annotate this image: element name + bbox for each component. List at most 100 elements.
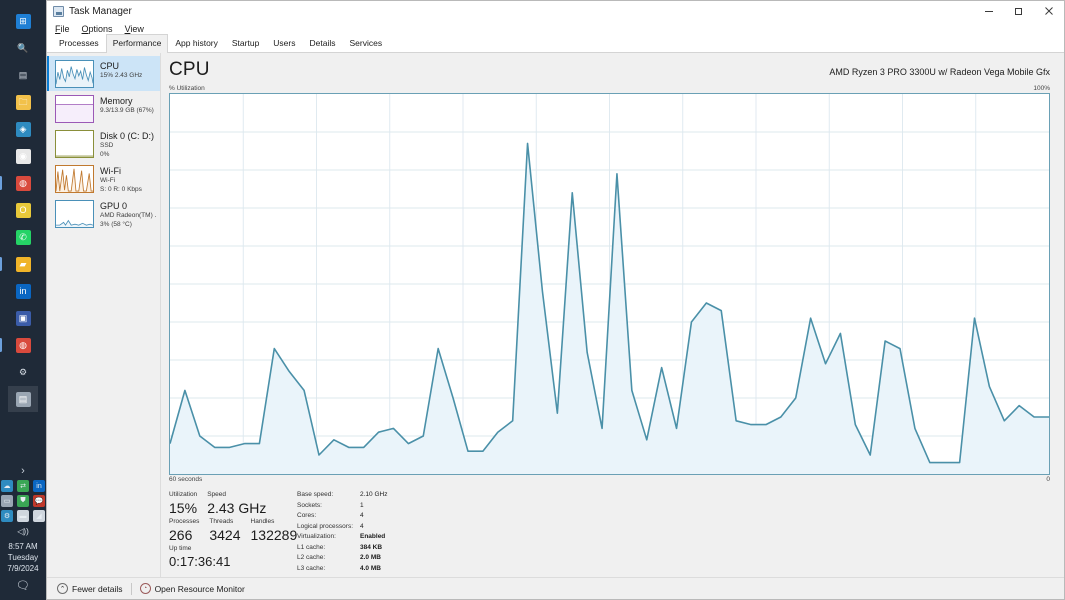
tray-expand-chevron-icon[interactable]: › xyxy=(21,465,25,477)
whatsapp-icon[interactable]: ✆ xyxy=(8,224,38,250)
tab-users[interactable]: Users xyxy=(266,34,302,52)
stat-value: 1 xyxy=(360,501,364,509)
menu-item-file[interactable]: File xyxy=(55,24,70,34)
sidebar-item-sublabel: S: 0 R: 0 Kbps xyxy=(100,185,142,193)
sidebar-item-wi-fi[interactable]: Wi-Fi Wi-Fi S: 0 R: 0 Kbps xyxy=(47,161,160,196)
opera-icon[interactable]: O xyxy=(8,197,38,223)
start-icon[interactable]: ⊞ xyxy=(8,8,38,34)
window-title: Task Manager xyxy=(69,5,132,17)
onedrive-tray-icon[interactable]: ☁ xyxy=(1,480,13,492)
page-title: CPU xyxy=(169,59,210,80)
search-icon[interactable]: 🔍 xyxy=(8,35,38,61)
wifi-tray-icon[interactable]: ◢ xyxy=(33,510,45,522)
clock-time: 8:57 AM xyxy=(8,542,38,551)
stat-value: 0:17:36:41 xyxy=(169,554,231,569)
sidebar-item-text: Memory 9.3/13.9 GB (67%) xyxy=(100,95,154,116)
chevron-up-icon: ⌃ xyxy=(57,583,68,594)
main-header: CPU AMD Ryzen 3 PRO 3300U w/ Radeon Vega… xyxy=(169,59,1050,81)
chrome-second-icon[interactable]: ◍ xyxy=(0,332,38,358)
settings-gear-icon[interactable]: ⚙ xyxy=(8,359,38,385)
stat-label: Cores: xyxy=(297,512,317,519)
stat-value: 3424 xyxy=(209,527,241,543)
stat-value: 2.0 MB xyxy=(360,554,381,561)
stat-speed: Speed 2.43 GHz xyxy=(207,490,266,517)
battery-tray-icon[interactable]: ▬ xyxy=(17,510,29,522)
tab-startup[interactable]: Startup xyxy=(225,34,266,52)
settings-tray-icon[interactable]: ⚙ xyxy=(1,510,13,522)
sidebar-item-sublabel: 9.3/13.9 GB (67%) xyxy=(100,107,154,114)
stat-label: Sockets: xyxy=(297,501,322,509)
linkedin-icon[interactable]: in xyxy=(8,278,38,304)
volume-tray-icon[interactable]: ◁)) xyxy=(17,525,28,537)
task-manager-window: Task Manager File Options View Processes Pe… xyxy=(46,0,1065,600)
sidebar-item-text: Disk 0 (C: D:) SSD 0% xyxy=(100,130,154,159)
menu-item-view[interactable]: View xyxy=(125,24,144,34)
stat-label: Up time xyxy=(169,545,192,552)
tab-performance[interactable]: Performance xyxy=(105,34,169,53)
minimize-button[interactable] xyxy=(974,1,1004,21)
folder-app-icon[interactable]: ▰ xyxy=(0,251,38,277)
cpu-graph-svg xyxy=(170,94,1049,474)
task-manager-taskbar-icon-glyph: ▤ xyxy=(15,391,31,407)
stat-group-processes: Processes 266 Threads 3424 Handles 13228… xyxy=(169,517,297,544)
stat-row: L3 cache: 4.0 MB xyxy=(297,564,387,575)
start-icon-glyph: ⊞ xyxy=(15,13,31,29)
tray-row-1: ☁ ⇄ in xyxy=(1,480,45,492)
tab-app-history[interactable]: App history xyxy=(168,34,225,52)
sidebar-item-disk-0-c-d[interactable]: Disk 0 (C: D:) SSD 0% xyxy=(47,126,160,161)
blue-app-icon[interactable]: ▣ xyxy=(8,305,38,331)
graph-axis-bottom: 60 seconds 0 xyxy=(169,476,1050,483)
task-manager-taskbar-icon[interactable]: ▤ xyxy=(8,386,38,412)
stat-row: Virtualization: Enabled xyxy=(297,532,387,543)
x-axis-label: 60 seconds xyxy=(169,476,203,483)
linkedin-tray-icon[interactable]: in xyxy=(33,480,45,492)
sidebar-item-cpu[interactable]: CPU 15% 2.43 GHz xyxy=(47,56,160,91)
sidebar-item-gpu-0[interactable]: GPU 0 AMD Radeon(TM) ... 3% (58 °C) xyxy=(47,196,160,231)
y-axis-min-label: 0 xyxy=(1046,476,1050,483)
file-explorer-icon-glyph: 🗀 xyxy=(15,94,31,110)
stat-value: 2.43 GHz xyxy=(207,500,267,516)
opera-icon-glyph: O xyxy=(15,202,31,218)
cpu-utilization-graph[interactable] xyxy=(169,93,1050,475)
shield-tray-icon[interactable]: ⛊ xyxy=(17,495,29,507)
linkedin-icon-glyph: in xyxy=(15,283,31,299)
chat-tray-icon[interactable]: 💬 xyxy=(33,495,45,507)
tab-services[interactable]: Services xyxy=(342,34,389,52)
stat-value: 132289 xyxy=(250,527,298,543)
firefox-icon[interactable]: ◉ xyxy=(8,143,38,169)
taskbar-clock[interactable]: 8:57 AM Tuesday 7/9/2024 xyxy=(7,541,38,574)
sidebar-item-sublabel: AMD Radeon(TM) ... xyxy=(100,212,156,219)
fewer-details-button[interactable]: ⌃ Fewer details xyxy=(57,583,123,594)
stat-handles: Handles 132289 xyxy=(251,517,298,544)
stat-value: Enabled xyxy=(360,533,386,540)
restore-button[interactable] xyxy=(1004,1,1034,21)
microsoft-store-icon[interactable]: ◈ xyxy=(8,116,38,142)
sidebar-item-text: Wi-Fi Wi-Fi S: 0 R: 0 Kbps xyxy=(100,165,142,194)
tab-processes[interactable]: Processes xyxy=(52,34,106,52)
task-view-icon[interactable]: ▤ xyxy=(8,62,38,88)
task-manager-icon xyxy=(53,5,64,17)
action-center-icon[interactable]: 🗨 xyxy=(16,579,30,592)
stat-threads: Threads 3424 xyxy=(209,517,240,544)
stat-row: Logical processors: 4 xyxy=(297,522,387,533)
sidebar-item-label: GPU 0 xyxy=(100,201,128,211)
sidebar-item-label: Disk 0 (C: D:) xyxy=(100,131,154,141)
tab-details[interactable]: Details xyxy=(303,34,343,52)
tray-row-2: ▭ ⛊ 💬 xyxy=(1,495,45,507)
sync-tray-icon[interactable]: ⇄ xyxy=(17,480,29,492)
sidebar-item-sublabel: 3% (58 °C) xyxy=(100,220,132,228)
open-resource-monitor-button[interactable]: ◔ Open Resource Monitor xyxy=(139,583,245,594)
stat-label: Base speed: xyxy=(297,491,334,498)
file-explorer-icon[interactable]: 🗀 xyxy=(8,89,38,115)
display-tray-icon[interactable]: ▭ xyxy=(1,495,13,507)
taskbar-icon-list: ⊞ 🔍 ▤ 🗀 ◈ ◉ ◍ O ✆ ▰ in ▣ ◍ ⚙ ▤ xyxy=(0,8,38,413)
stat-uptime: Up time 0:17:36:41 xyxy=(169,544,230,571)
y-axis-label: % Utilization xyxy=(169,85,205,92)
stat-label: Logical processors: xyxy=(297,522,353,530)
chrome-icon[interactable]: ◍ xyxy=(0,170,38,196)
menu-item-options[interactable]: Options xyxy=(82,24,113,34)
sidebar-item-memory[interactable]: Memory 9.3/13.9 GB (67%) xyxy=(47,91,160,126)
close-button[interactable] xyxy=(1034,1,1064,21)
sidebar-thumbnail xyxy=(55,95,94,123)
stat-label: L3 cache: xyxy=(297,564,326,572)
